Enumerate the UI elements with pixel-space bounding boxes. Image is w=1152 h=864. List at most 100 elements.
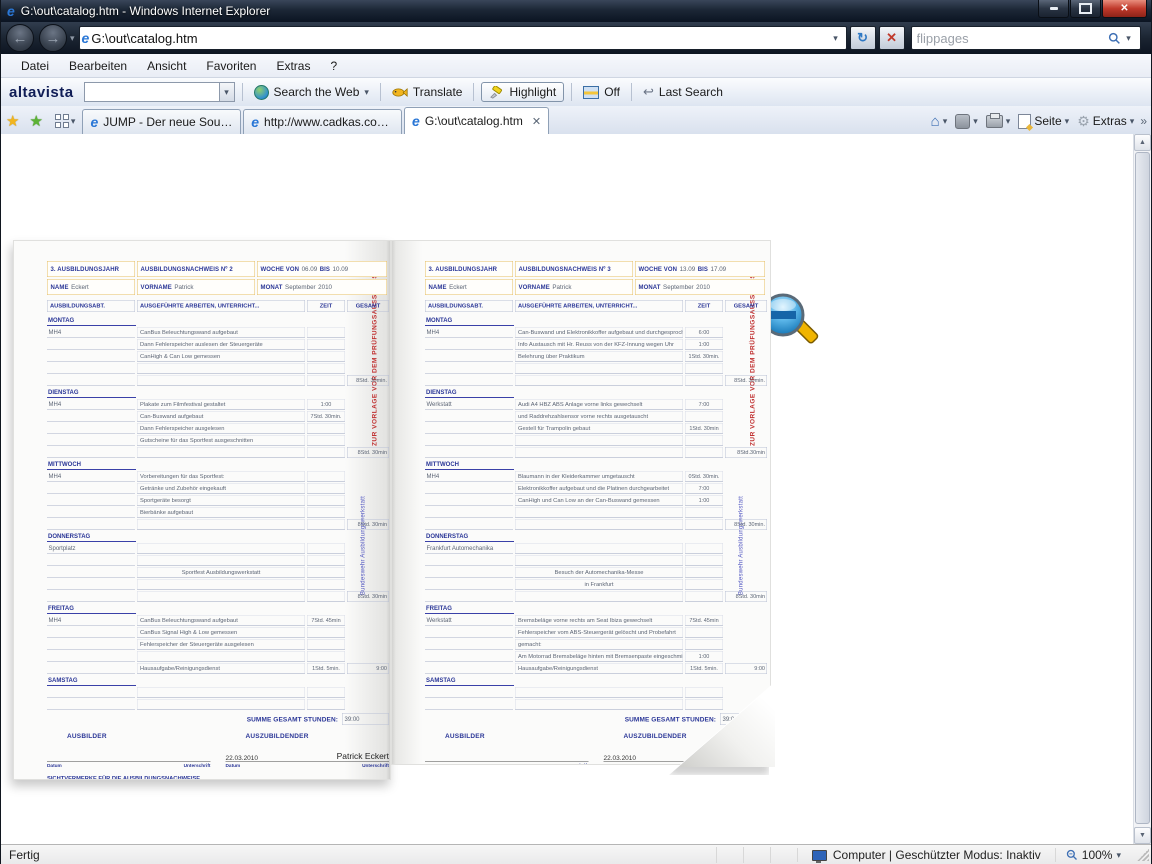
work-cell: Dann Fehlerspeicher ausgelesen: [137, 423, 305, 434]
total-cell: [347, 579, 389, 590]
minimize-button[interactable]: [1038, 0, 1069, 18]
dept-cell: [47, 567, 135, 578]
book-page-left: ZUR VORLAGE VOR DEM PRÜFUNGSAUSSCHUSSBun…: [13, 240, 391, 780]
tools-menu-button[interactable]: ⚙Extras▾: [1073, 112, 1138, 130]
quick-tabs-button[interactable]: ▾: [48, 109, 81, 133]
toolbar-overflow-button[interactable]: »: [1140, 114, 1147, 128]
scrollbar-thumb[interactable]: [1135, 152, 1150, 824]
dept-cell: [425, 495, 513, 506]
menu-item-bearbeiten[interactable]: Bearbeiten: [59, 56, 137, 76]
dept-cell: [47, 339, 135, 350]
time-cell: [685, 363, 723, 374]
week-label: WOCHE VON: [639, 266, 678, 273]
add-favorite-button[interactable]: ★: [24, 109, 47, 133]
menu-item-?[interactable]: ?: [320, 56, 347, 76]
page-menu-button[interactable]: Seite▾: [1014, 112, 1073, 131]
dept-cell: [425, 639, 513, 650]
dept-cell: [425, 411, 513, 422]
time-cell: [685, 543, 723, 554]
address-bar[interactable]: e ▾: [79, 26, 847, 50]
ie-tab-icon: e: [251, 115, 259, 129]
tab-close-icon[interactable]: ✕: [532, 115, 541, 128]
back-icon: ←: [13, 30, 28, 47]
resize-grip[interactable]: [1137, 849, 1149, 861]
zoom-control[interactable]: 100% ▾: [1055, 848, 1131, 862]
home-dropdown[interactable]: ▾: [943, 116, 948, 127]
week-to: 17.09: [711, 266, 727, 273]
menu-item-extras[interactable]: Extras: [266, 56, 320, 76]
form-row: [425, 555, 767, 566]
total-cell: [347, 687, 389, 698]
maximize-button[interactable]: [1070, 0, 1101, 18]
translate-button[interactable]: Translate: [388, 83, 467, 101]
vertical-scrollbar[interactable]: ▲ ▼: [1133, 134, 1151, 844]
fish-icon: [392, 87, 408, 98]
scroll-down-button[interactable]: ▼: [1134, 827, 1151, 844]
history-dropdown[interactable]: ▾: [70, 33, 75, 44]
column-header-1: AUSBILDUNGSABT.: [47, 300, 135, 312]
quick-tabs-dropdown[interactable]: ▾: [71, 116, 76, 127]
month-value: September: [663, 284, 694, 291]
total-cell: [347, 339, 389, 350]
year-value: 2010: [318, 284, 332, 291]
last-search-button[interactable]: ↩ Last Search: [639, 82, 727, 102]
scroll-up-button[interactable]: ▲: [1134, 134, 1151, 151]
time-cell: [685, 519, 723, 530]
menu-item-ansicht[interactable]: Ansicht: [137, 56, 196, 76]
page-menu-dropdown[interactable]: ▾: [1065, 116, 1070, 127]
form-row: CanHigh & Can Low gemessen: [47, 351, 389, 362]
day-label: DIENSTAG: [47, 387, 136, 398]
day-label: MONTAG: [425, 315, 514, 326]
total-cell: [725, 351, 767, 362]
print-button[interactable]: ▾: [982, 113, 1015, 130]
time-cell: 1Std. 30min.: [685, 351, 723, 362]
search-dropdown[interactable]: ▾: [1121, 29, 1137, 47]
signature-label: Unterschrift: [562, 763, 589, 765]
total-cell: [725, 339, 767, 350]
tab-3[interactable]: eG:\out\catalog.htm✕: [404, 107, 549, 134]
work-cell: [137, 375, 305, 386]
name-value: Eckert: [71, 284, 89, 291]
dept-cell: [47, 579, 135, 590]
home-button[interactable]: ⌂▾: [927, 112, 952, 131]
highlight-off-button[interactable]: Off: [579, 83, 624, 101]
search-box[interactable]: ▾: [911, 26, 1141, 50]
menu-item-datei[interactable]: Datei: [11, 56, 59, 76]
altavista-search-dropdown[interactable]: ▾: [219, 82, 235, 102]
print-dropdown[interactable]: ▾: [1006, 116, 1011, 127]
address-dropdown[interactable]: ▾: [828, 29, 844, 47]
time-cell: [685, 507, 723, 518]
work-cell: [515, 591, 683, 602]
search-the-web-dropdown[interactable]: ▾: [364, 87, 369, 98]
favorites-button[interactable]: ★: [1, 109, 24, 133]
name-label: NAME: [429, 284, 447, 291]
feeds-dropdown[interactable]: ▾: [973, 116, 978, 127]
address-input[interactable]: [89, 30, 827, 47]
navigation-bar: ← → ▾ e ▾ ↻ ✕ ▾: [1, 22, 1151, 54]
form-row: Elektronikkoffer aufgebaut und die Plati…: [425, 483, 767, 494]
dept-cell: [47, 447, 135, 458]
close-button[interactable]: ✕: [1102, 0, 1147, 18]
year-label: 3. AUSBILDUNGSJAHR: [51, 266, 120, 273]
search-input[interactable]: [915, 30, 1108, 47]
scroll-up-icon: ▲: [1139, 139, 1146, 146]
highlight-button[interactable]: Highlight: [481, 82, 564, 102]
forward-button[interactable]: →: [39, 24, 67, 52]
back-button[interactable]: ←: [6, 24, 34, 52]
menu-item-favoriten[interactable]: Favoriten: [196, 56, 266, 76]
stop-button[interactable]: ✕: [879, 26, 905, 50]
tools-menu-dropdown[interactable]: ▾: [1130, 116, 1135, 127]
form-row: Fehlerspeicher der Steuergeräte ausgeles…: [47, 639, 389, 650]
refresh-button[interactable]: ↻: [850, 26, 876, 50]
feeds-button[interactable]: ▾: [951, 112, 982, 131]
search-the-web-button[interactable]: Search the Web ▾: [250, 83, 373, 102]
date-label: Datum: [425, 763, 440, 765]
form-row: [425, 507, 767, 518]
dept-cell: [47, 483, 135, 494]
total-cell: 8Std.30min: [725, 447, 767, 458]
tab-1[interactable]: eJUMP - Der neue Sound: [82, 109, 241, 134]
tab-2[interactable]: ehttp://www.cadkas.com/g...: [243, 109, 402, 134]
altavista-search-input[interactable]: [84, 82, 219, 102]
zoom-dropdown[interactable]: ▾: [1116, 850, 1121, 861]
altavista-search-combo[interactable]: ▾: [84, 82, 235, 102]
